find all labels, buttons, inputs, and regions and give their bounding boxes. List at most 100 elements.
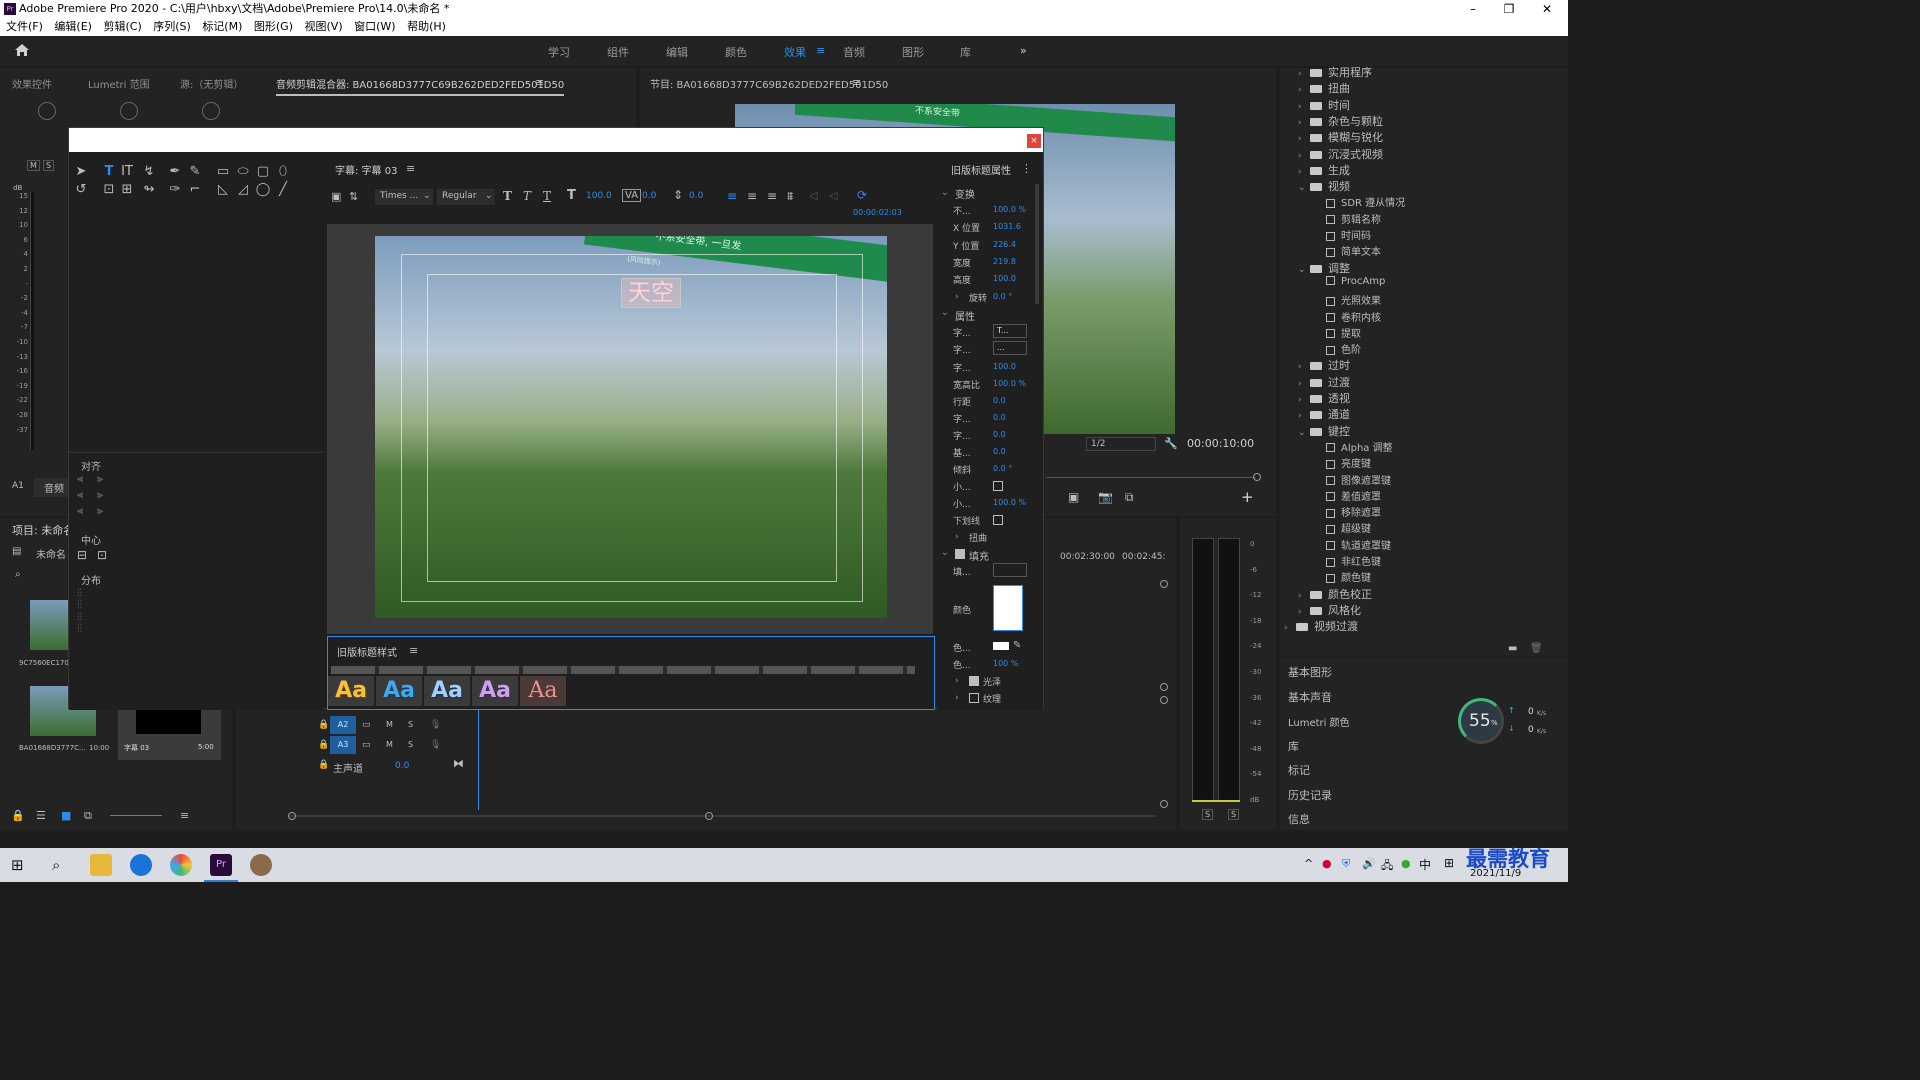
tab-lumetri-scopes[interactable]: Lumetri 范围 — [88, 76, 150, 91]
transform-prop-value[interactable]: 100.0 — [993, 274, 1016, 283]
panel-menu-icon[interactable]: ≡ — [409, 644, 418, 657]
search-icon[interactable]: ⌕ — [52, 856, 60, 874]
solo-right-button[interactable]: S — [1228, 809, 1240, 820]
effects-item[interactable]: Alpha 调整 — [1326, 439, 1393, 454]
workspace-color[interactable]: 颜色 — [725, 44, 747, 60]
tab-stops-icon[interactable]: ⩩ — [787, 189, 793, 204]
eyedropper-icon[interactable]: ✎ — [1013, 640, 1021, 651]
caption-text-box[interactable]: 天空 — [621, 278, 681, 308]
chevron-right-icon[interactable]: › — [1298, 118, 1310, 128]
track-solo-button[interactable]: S — [408, 740, 413, 749]
effects-item[interactable]: 光照效果 — [1326, 292, 1381, 307]
align-left-icon[interactable]: ⫷ — [77, 472, 83, 486]
chevron-right-icon[interactable]: › — [1284, 623, 1296, 633]
tab-source[interactable]: 源:（无剪辑） — [180, 76, 243, 91]
menu-clip[interactable]: 剪辑(C) — [103, 20, 141, 33]
underline-icon[interactable]: T — [543, 189, 551, 203]
path-type-tool-icon[interactable]: ↯ — [141, 164, 157, 180]
rounded-rectangle-tool-icon[interactable]: ▢ — [255, 164, 271, 180]
opacity-value[interactable]: 100 % — [993, 659, 1018, 668]
solo-button[interactable]: S — [43, 160, 55, 171]
vertical-path-type-tool-icon[interactable]: ↬ — [141, 182, 157, 198]
mute-button[interactable]: M — [27, 160, 40, 171]
font-family-field[interactable]: T... — [993, 323, 1027, 338]
tray-app-icon[interactable]: ● — [1401, 857, 1411, 870]
chevron-right-icon[interactable]: › — [1298, 85, 1310, 95]
effects-folder[interactable]: › 视频过渡 — [1284, 618, 1358, 634]
effects-folder[interactable]: › 过渡 — [1298, 374, 1350, 390]
side-panel-history[interactable]: 历史记录 — [1288, 787, 1332, 803]
panel-menu-icon[interactable]: ≡ — [535, 76, 544, 89]
track-mute-button[interactable]: M — [386, 740, 393, 749]
file-explorer-icon[interactable] — [90, 854, 112, 876]
ellipse-outline-tool-icon[interactable]: ◯ — [255, 182, 271, 198]
side-panel-essential-graphics[interactable]: 基本图形 — [1288, 664, 1332, 680]
align-right-icon[interactable]: ⫸ — [97, 504, 103, 518]
styles-tab[interactable]: 旧版标题样式 — [337, 644, 397, 659]
workspace-libraries[interactable]: 库 — [960, 44, 971, 60]
compare-icon[interactable]: ⧉ — [1125, 490, 1134, 505]
attribute-prop-value[interactable]: 0.0 — [993, 413, 1006, 422]
ellipse-tool-icon[interactable]: ⬯ — [275, 164, 291, 180]
effects-item[interactable]: 色阶 — [1326, 341, 1361, 356]
chevron-right-icon[interactable]: › — [1298, 362, 1310, 372]
volume-icon[interactable]: 🔊 — [1362, 857, 1376, 870]
center-horizontal-icon[interactable]: ⊟ — [77, 548, 87, 562]
titler-video-frame[interactable]: 不系安全带, 一旦发 (风险提示) 天空 — [375, 236, 887, 618]
workspace-editing[interactable]: 编辑 — [666, 44, 688, 60]
transform-prop-value[interactable]: 100.0 % — [993, 205, 1026, 214]
center-vertical-icon[interactable]: ⊡ — [97, 548, 107, 562]
freeform-view-icon[interactable]: ⧉ — [84, 809, 92, 823]
fill-checkbox[interactable] — [955, 549, 965, 560]
effects-item[interactable]: 非红色键 — [1326, 553, 1381, 568]
sheen-checkbox[interactable] — [969, 676, 979, 687]
style-swatch[interactable]: Aa — [376, 676, 422, 706]
chevron-down-icon[interactable]: ⌄ — [941, 548, 949, 558]
effects-item[interactable]: 剪辑名称 — [1326, 211, 1381, 226]
zoom-slider[interactable] — [110, 815, 162, 816]
font-style-field[interactable]: ... — [993, 340, 1027, 355]
effects-item[interactable]: 颜色键 — [1326, 569, 1371, 584]
tab-audio-clip-mixer[interactable]: 音频剪辑混合器: BA01668D3777C69B262DED2FED501D5… — [276, 76, 565, 96]
track-lock-icon[interactable]: 🔒 — [318, 760, 329, 770]
effects-folder[interactable]: › 生成 — [1298, 162, 1350, 178]
small-caps-checkbox[interactable] — [993, 481, 1003, 492]
chevron-right-icon[interactable]: › — [1298, 134, 1310, 144]
menu-sequence[interactable]: 序列(S) — [153, 20, 191, 33]
wedge-tool-icon[interactable]: ◺ — [215, 182, 231, 198]
tab-project[interactable]: 项目: 未命名 — [12, 522, 74, 538]
fill-type-dropdown[interactable] — [993, 563, 1027, 578]
add-anchor-tool-icon[interactable]: ✎ — [187, 164, 203, 180]
effects-folder[interactable]: › 通道 — [1298, 406, 1350, 422]
selection-tool-icon[interactable]: ➤ — [73, 164, 89, 180]
go-to-end-icon[interactable]: ⧓ — [453, 757, 464, 770]
effects-item[interactable]: 提取 — [1326, 325, 1361, 340]
fill-gradient-box[interactable] — [993, 585, 1023, 632]
chevron-down-icon[interactable]: ⌄ — [1298, 265, 1310, 275]
effects-item[interactable]: 亮度键 — [1326, 455, 1371, 470]
network-icon[interactable]: 🖧 — [1381, 857, 1393, 876]
effects-item[interactable]: 轨道遮罩键 — [1326, 537, 1391, 552]
small-caps-size-value[interactable]: 100.0 % — [993, 498, 1026, 507]
roll-crawl-icon[interactable]: ⇅ — [349, 190, 358, 203]
effects-item[interactable]: 图像遮罩键 — [1326, 472, 1391, 487]
chevron-right-icon[interactable]: › — [1298, 411, 1310, 421]
workspace-graphics[interactable]: 图形 — [902, 44, 924, 60]
attribute-prop-value[interactable]: 0.0 — [993, 447, 1006, 456]
effects-item[interactable]: 移除遮罩 — [1326, 504, 1381, 519]
chevron-down-icon[interactable]: ⌄ — [1298, 183, 1310, 193]
align-center-icon[interactable]: ⫸ — [97, 472, 103, 486]
underline-checkbox[interactable] — [993, 515, 1003, 526]
style-swatch-row[interactable] — [331, 666, 915, 674]
photos-app-icon[interactable] — [170, 854, 192, 876]
effects-item[interactable]: 差值遮罩 — [1326, 488, 1381, 503]
align-right-text-icon[interactable]: ≡ — [767, 189, 777, 203]
scroll-handle[interactable] — [1160, 800, 1168, 808]
delete-icon[interactable]: 🗑 — [1530, 643, 1543, 654]
tray-app-icon[interactable]: ● — [1322, 857, 1332, 870]
scroll-handle[interactable] — [288, 812, 296, 820]
keyboard-layout-icon[interactable]: ⊞ — [1444, 856, 1454, 870]
home-icon[interactable] — [14, 43, 30, 57]
resolution-dropdown[interactable]: 1/2 — [1086, 437, 1156, 451]
effects-folder[interactable]: › 扭曲 — [1298, 80, 1350, 96]
